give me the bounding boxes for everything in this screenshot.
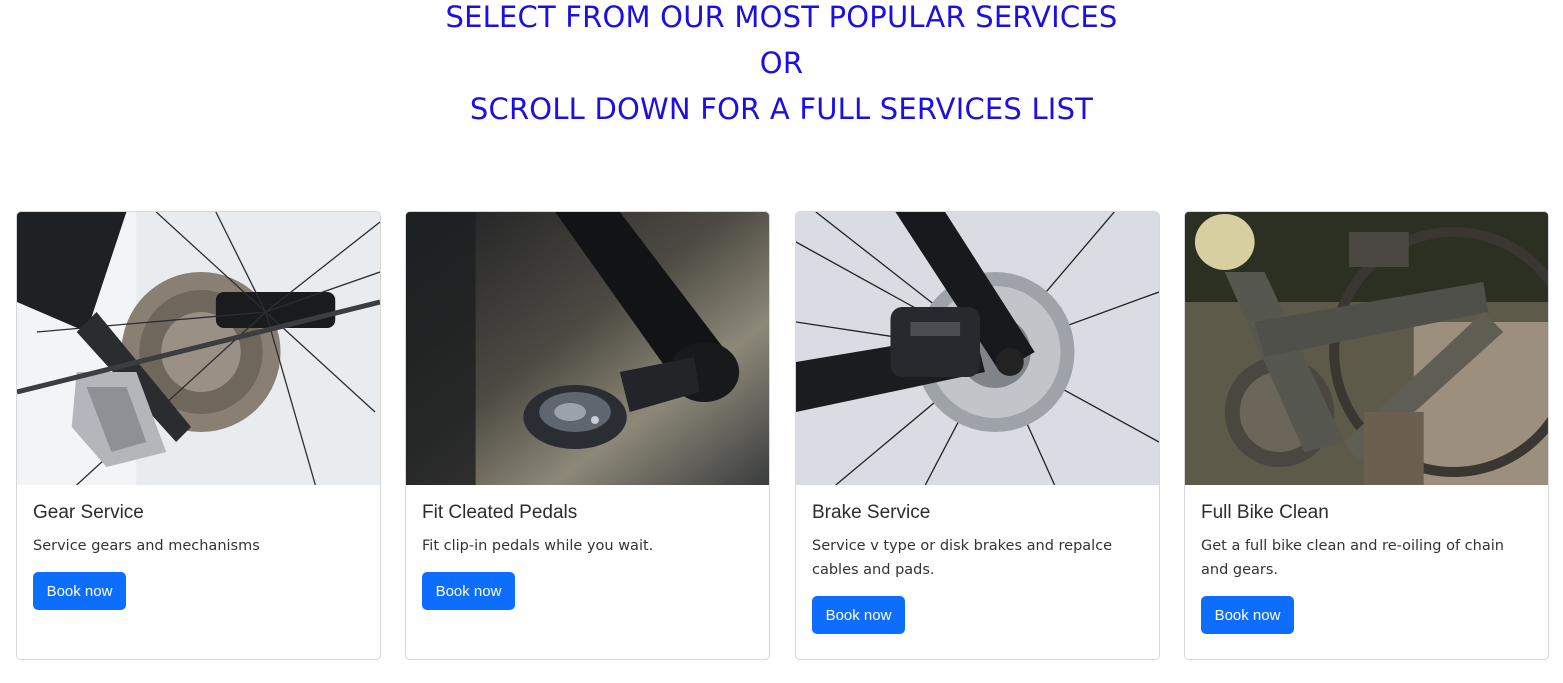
- gear-service-image: [17, 212, 380, 485]
- brake-service-image: [796, 212, 1159, 485]
- book-now-button[interactable]: Book now: [422, 572, 515, 610]
- book-now-button[interactable]: Book now: [33, 572, 126, 610]
- card-description: Service gears and mechanisms: [33, 538, 260, 554]
- card-title: Fit Cleated Pedals: [422, 502, 578, 523]
- heading-line-3: SCROLL DOWN FOR A FULL SERVICES LIST: [469, 92, 1094, 126]
- card-title: Brake Service: [812, 502, 931, 523]
- heading-line-1: SELECT FROM OUR MOST POPULAR SERVICES: [445, 0, 1118, 34]
- card-title: Full Bike Clean: [1201, 502, 1329, 523]
- service-card-gear: Gear Service Service gears and mechanism…: [16, 211, 381, 660]
- card-description: Fit clip-in pedals while you wait.: [422, 538, 654, 554]
- card-description: Service v type or disk brakes and repalc…: [812, 538, 1113, 578]
- book-now-button[interactable]: Book now: [812, 596, 905, 634]
- service-card-clean: Full Bike Clean Get a full bike clean an…: [1184, 211, 1549, 660]
- heading-line-2: OR: [759, 46, 804, 80]
- bike-clean-image: [1185, 212, 1548, 485]
- service-card-brake: Brake Service Service v type or disk bra…: [795, 211, 1160, 660]
- card-title: Gear Service: [33, 502, 144, 523]
- service-card-pedals: Fit Cleated Pedals Fit clip-in pedals wh…: [405, 211, 770, 660]
- pedals-image: [406, 212, 769, 485]
- book-now-button[interactable]: Book now: [1201, 596, 1294, 634]
- page-heading: SELECT FROM OUR MOST POPULAR SERVICES OR…: [0, 0, 1563, 132]
- card-description: Get a full bike clean and re-oiling of c…: [1201, 538, 1504, 578]
